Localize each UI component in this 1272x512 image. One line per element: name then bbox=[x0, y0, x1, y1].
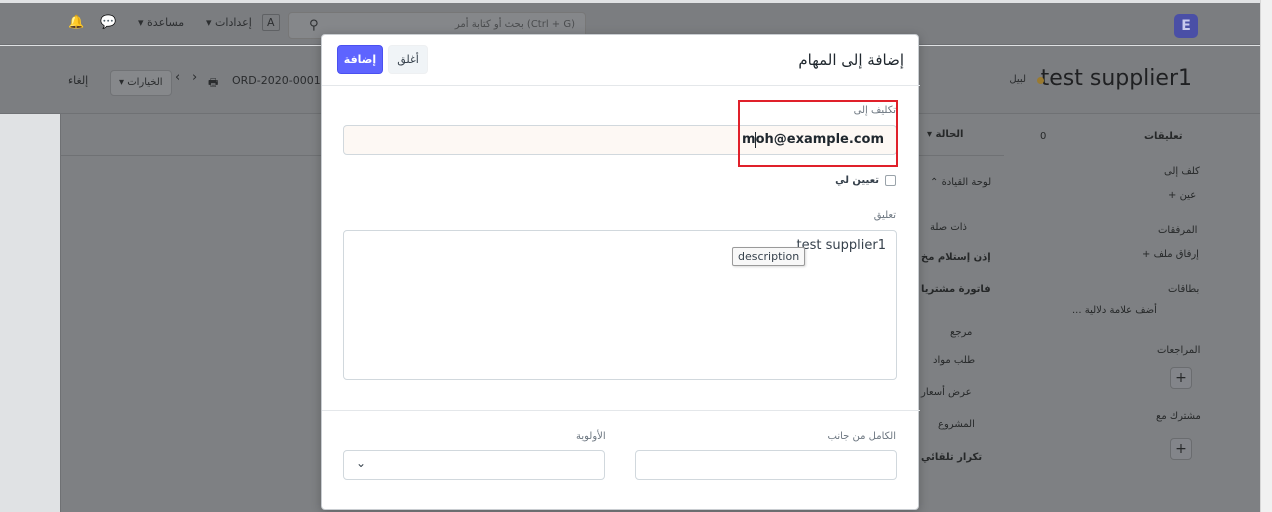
priority-select[interactable]: ⌄ bbox=[343, 450, 605, 480]
assigned-label: كلف إلى bbox=[1164, 166, 1200, 177]
attachments-label: المرفقات bbox=[1158, 225, 1198, 236]
complete-by-field[interactable] bbox=[635, 450, 897, 480]
comments-label: تعليقات bbox=[1144, 131, 1183, 142]
comment-textarea[interactable]: test supplier1 bbox=[343, 230, 897, 380]
assign-me-label: تعيين لي bbox=[835, 175, 879, 186]
comment-label: تعليق bbox=[873, 210, 896, 221]
tags-label: بطاقات bbox=[1168, 284, 1200, 295]
status-label: الحالة bbox=[935, 129, 964, 140]
comments-count: 0 bbox=[1040, 131, 1047, 142]
description-tooltip: description bbox=[732, 247, 806, 266]
add-to-todo-dialog: إضافة أغلق إضافة إلى المهام تكليف إلى mo… bbox=[321, 34, 920, 510]
chevron-down-icon: ⌄ bbox=[356, 456, 367, 470]
related-label: ذات صلة bbox=[930, 222, 967, 233]
dialog-divider bbox=[322, 410, 920, 411]
project-link[interactable]: المشروع bbox=[938, 419, 975, 430]
options-label: الخيارات bbox=[127, 77, 163, 88]
next-doc-icon[interactable]: › bbox=[192, 70, 197, 85]
doc-id: ORD-2020-0001 bbox=[232, 74, 321, 87]
priority-label: الأولوية bbox=[576, 431, 606, 442]
dashboard-toggle[interactable]: ⌃ لوحة القيادة bbox=[930, 177, 991, 188]
add-button[interactable]: إضافة bbox=[337, 45, 383, 74]
chat-icon[interactable]: 💬 bbox=[100, 15, 116, 30]
receipt-link[interactable]: إذن إستلام مخ bbox=[921, 252, 991, 263]
divider bbox=[60, 114, 61, 512]
highlight-box bbox=[738, 100, 898, 167]
close-button[interactable]: أغلق bbox=[388, 45, 428, 74]
avatar[interactable]: A bbox=[262, 14, 280, 31]
reviews-label: المراجعات bbox=[1157, 345, 1201, 356]
add-tag-link[interactable]: ... أضف علامة دلالية bbox=[1072, 305, 1157, 316]
app-logo[interactable]: E bbox=[1174, 14, 1198, 38]
prev-doc-icon[interactable]: ‹ bbox=[175, 70, 180, 85]
status-dot bbox=[1037, 77, 1044, 84]
settings-menu[interactable]: ▾ إعدادات bbox=[206, 16, 252, 29]
invoice-link[interactable]: فاتورة مشتريا bbox=[921, 284, 991, 295]
page-title: test supplier1 bbox=[1040, 66, 1192, 91]
search-icon: ⚲ bbox=[309, 18, 319, 33]
dialog-header: إضافة أغلق إضافة إلى المهام bbox=[322, 35, 920, 86]
help-menu[interactable]: ▾ مساعدة bbox=[138, 16, 184, 29]
material-request-link[interactable]: طلب مواد bbox=[933, 355, 975, 366]
dashboard-label: لوحة القيادة bbox=[941, 177, 992, 188]
search-placeholder: بحث أو كتابة أمر (Ctrl + G) bbox=[454, 19, 575, 30]
cancel-button[interactable]: إلغاء bbox=[68, 74, 88, 87]
share-button[interactable]: + bbox=[1170, 438, 1192, 460]
add-review-button[interactable]: + bbox=[1170, 367, 1192, 389]
options-dropdown[interactable]: ▾ الخيارات bbox=[110, 70, 172, 96]
scrollbar[interactable] bbox=[1260, 0, 1272, 512]
reference-label: مرجع bbox=[950, 327, 973, 338]
assign-link[interactable]: + عين bbox=[1168, 190, 1196, 201]
help-label: مساعدة bbox=[147, 16, 185, 29]
settings-label: إعدادات bbox=[215, 16, 252, 29]
attach-link[interactable]: + إرفاق ملف bbox=[1142, 249, 1199, 260]
assign-me-checkbox[interactable] bbox=[885, 175, 896, 186]
auto-repeat-link[interactable]: تكرار تلقائي bbox=[921, 452, 982, 463]
quotation-link[interactable]: عرض أسعار bbox=[921, 387, 972, 398]
dialog-title: إضافة إلى المهام bbox=[798, 51, 904, 69]
notifications-bell-icon[interactable]: 🔔 bbox=[68, 15, 84, 30]
status-dropdown[interactable]: ▾ الحالة bbox=[927, 129, 963, 140]
complete-by-label: الكامل من جانب bbox=[827, 431, 896, 442]
print-icon[interactable]: 🖶 bbox=[208, 74, 218, 93]
comment-value: test supplier1 bbox=[796, 238, 886, 253]
shared-label: مشترك مع bbox=[1156, 411, 1201, 422]
status-badge: لبيل bbox=[1009, 74, 1026, 85]
